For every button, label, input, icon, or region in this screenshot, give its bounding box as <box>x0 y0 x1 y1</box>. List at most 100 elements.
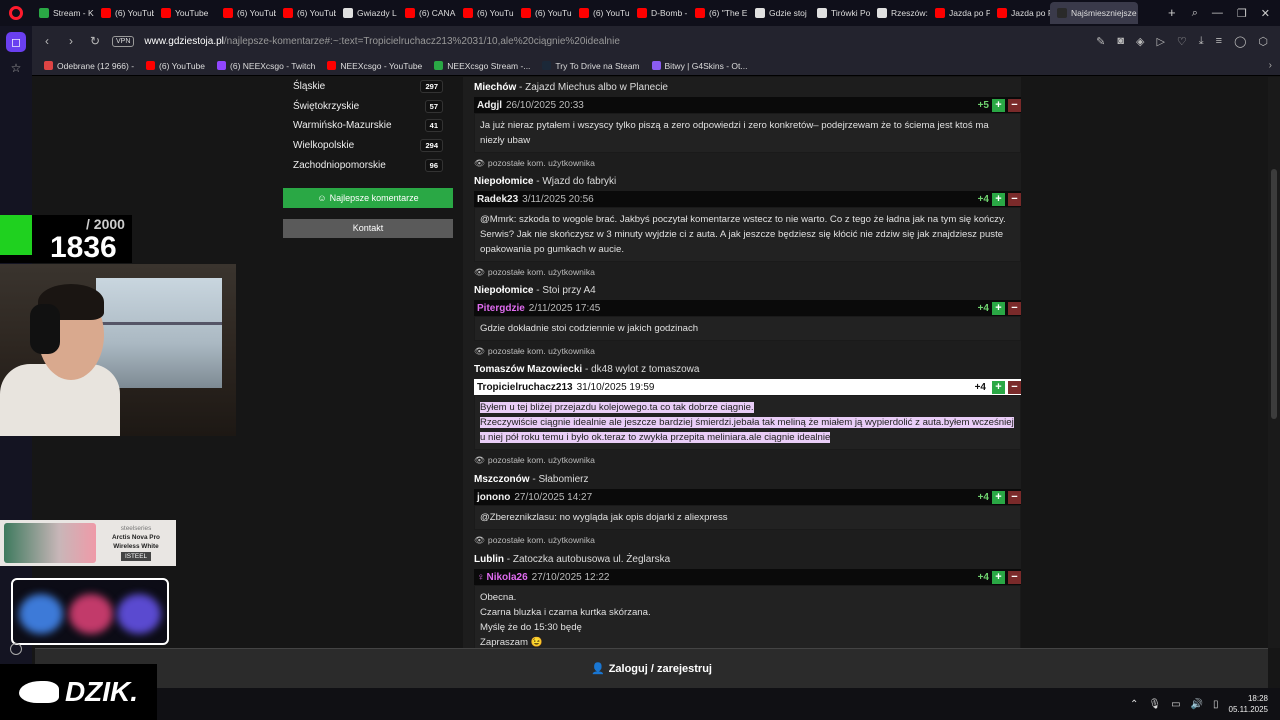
upvote-button[interactable]: + <box>992 98 1005 112</box>
close-icon[interactable]: ✕ <box>1261 7 1270 20</box>
edit-icon[interactable]: ✎ <box>1096 35 1105 48</box>
browser-tab[interactable]: (6) "The E <box>688 2 748 24</box>
comment-location[interactable]: Niepołomice - Wjazd do fabryki <box>474 175 1021 191</box>
browser-tab[interactable]: (6) YouTub <box>514 2 572 24</box>
profile-icon[interactable]: ◯ <box>1234 35 1246 48</box>
browser-tab[interactable]: D-Bomb - <box>630 2 688 24</box>
browser-tab[interactable]: (6) YouTub <box>572 2 630 24</box>
comment-username[interactable]: jonono <box>477 492 510 503</box>
region-link[interactable]: Warmińsko-Mazurskie 41 <box>283 116 453 136</box>
downvote-button[interactable]: − <box>1008 570 1021 584</box>
forward-icon[interactable]: › <box>64 34 78 48</box>
menu-icon[interactable]: ≡ <box>1216 35 1222 48</box>
cube-icon[interactable]: ⬡ <box>1258 35 1268 48</box>
region-link[interactable]: Wielkopolskie 294 <box>283 136 453 156</box>
opera-logo-icon[interactable] <box>0 0 32 26</box>
region-link[interactable]: Świętokrzyskie 57 <box>283 97 453 117</box>
browser-tab[interactable]: (6) YouTub <box>276 2 336 24</box>
downvote-button[interactable]: − <box>1008 98 1021 112</box>
chevron-up-icon[interactable]: ⌃ <box>1130 699 1138 710</box>
upvote-button[interactable]: + <box>992 301 1005 315</box>
region-link[interactable]: Śląskie 297 <box>283 77 453 97</box>
downvote-button[interactable]: − <box>1008 301 1021 315</box>
comment-header: Pitergdzie 2/11/2025 17:45 +4 + − <box>474 300 1021 316</box>
bookmark-item[interactable]: (6) YouTube <box>146 61 205 71</box>
microphone-icon[interactable]: 🎙 <box>1148 699 1161 710</box>
play-icon[interactable]: ▷ <box>1156 35 1164 48</box>
new-tab-button[interactable]: + <box>1162 3 1182 23</box>
browser-tab[interactable]: Najśmieszniejsze <box>1050 2 1138 24</box>
heart-icon[interactable]: ♡ <box>1177 35 1187 48</box>
region-link[interactable]: Zachodniopomorskie 96 <box>283 155 453 175</box>
workspace-icon[interactable]: ◻ <box>6 32 26 52</box>
upvote-button[interactable]: + <box>992 570 1005 584</box>
downvote-button[interactable]: − <box>1008 490 1021 504</box>
comment-city: Mszczonów <box>474 474 530 485</box>
contact-button[interactable]: Kontakt <box>283 218 453 238</box>
comment-location[interactable]: Niepołomice - Stoi przy A4 <box>474 284 1021 300</box>
comment-username[interactable]: Adgjl <box>477 100 502 111</box>
browser-tab[interactable]: (6) YouTub <box>216 2 276 24</box>
login-bar[interactable]: 👤 Zaloguj / zarejestruj <box>35 648 1268 688</box>
comment-location[interactable]: Lublin - Zatoczka autobusowa ul. Żeglars… <box>474 553 1021 569</box>
reload-icon[interactable]: ↻ <box>88 34 102 48</box>
upvote-button[interactable]: + <box>992 380 1005 394</box>
browser-tab[interactable]: (6) CANAL <box>398 2 456 24</box>
browser-tab[interactable]: (6) YouTub <box>456 2 514 24</box>
browser-tab[interactable]: Jazda po P <box>928 2 990 24</box>
scrollbar-thumb[interactable] <box>1271 169 1277 419</box>
upvote-button[interactable]: + <box>992 490 1005 504</box>
bookmark-item[interactable]: NEEXcsgo - YouTube <box>327 61 422 71</box>
downvote-button[interactable]: − <box>1008 192 1021 206</box>
battery-icon[interactable]: ▯ <box>1213 699 1219 710</box>
camera-icon[interactable]: ◙ <box>1117 35 1124 48</box>
browser-tab[interactable]: Gdzie stoj <box>748 2 810 24</box>
upvote-button[interactable]: + <box>992 192 1005 206</box>
browser-tab[interactable]: (6) YouTub <box>94 2 154 24</box>
more-comments-link[interactable]: 👁 pozostałe kom. użytkownika <box>474 532 1021 548</box>
more-comments-link[interactable]: 👁 pozostałe kom. użytkownika <box>474 452 1021 468</box>
tab-label: (6) YouTub <box>237 8 276 18</box>
downvote-button[interactable]: − <box>1008 380 1021 394</box>
browser-tab[interactable]: Rzeszów: <box>870 2 928 24</box>
star-icon[interactable]: ☆ <box>6 58 26 78</box>
back-icon[interactable]: ‹ <box>40 34 54 48</box>
comment-line: Zapraszam 😉 <box>480 637 543 648</box>
bookmark-item[interactable]: (6) NEEXcsgo - Twitch <box>217 61 315 71</box>
download-icon[interactable]: ⤓ <box>1199 35 1204 48</box>
comment-username[interactable]: Nikola26 <box>487 572 528 583</box>
comment-location[interactable]: Tomaszów Mazowiecki - dk48 wylot z tomas… <box>474 363 1021 379</box>
bookmark-item[interactable]: NEEXcsgo Stream -... <box>434 61 530 71</box>
comment-location[interactable]: Miechów - Zajazd Miechus albo w Planecie <box>474 81 1021 97</box>
taskbar-clock[interactable]: 18:28 05.11.2025 <box>1229 693 1268 715</box>
search-icon[interactable]: ⌕ <box>1192 7 1198 20</box>
more-comments-link[interactable]: 👁 pozostałe kom. użytkownika <box>474 264 1021 280</box>
maximize-icon[interactable]: ❐ <box>1237 7 1247 20</box>
comment-username[interactable]: Pitergdzie <box>477 303 525 314</box>
shield-icon[interactable]: ◈ <box>1136 35 1144 48</box>
more-comments-link[interactable]: 👁 pozostałe kom. użytkownika <box>474 343 1021 359</box>
best-comments-button[interactable]: ☺ Najlepsze komentarze <box>283 187 453 208</box>
comment-location[interactable]: Mszczonów - Słabomierz <box>474 473 1021 489</box>
browser-tab[interactable]: Jazda po P <box>990 2 1050 24</box>
more-comments-link[interactable]: 👁 pozostałe kom. użytkownika <box>474 155 1021 171</box>
browser-tab[interactable]: Tirówki Po <box>810 2 870 24</box>
bookmark-item[interactable]: Try To Drive na Steam <box>542 61 640 71</box>
comment-username[interactable]: Radek23 <box>477 194 518 205</box>
bookmark-item[interactable]: Bitwy | G4Skins - Ot... <box>651 61 748 71</box>
bookmark-item[interactable]: Odebrane (12 966) - <box>44 61 134 71</box>
url-field[interactable]: www.gdziestoja.pl/najlepsze-komentarze#:… <box>144 36 1086 47</box>
page-scrollbar[interactable] <box>1268 77 1280 648</box>
comment-username[interactable]: Tropicielruchacz213 <box>477 382 573 393</box>
browser-tab[interactable]: YouTube <box>154 2 216 24</box>
network-icon[interactable]: ▭ <box>1171 699 1180 710</box>
tab-favicon-icon <box>39 8 49 18</box>
browser-tab[interactable]: Stream - K <box>32 2 94 24</box>
minimize-icon[interactable]: — <box>1212 7 1223 20</box>
comment-card: Niepołomice - Wjazd do fabryki Radek23 3/1… <box>474 175 1021 280</box>
bookmarks-more-icon[interactable]: › <box>1269 60 1272 71</box>
more-comments-label: pozostałe kom. użytkownika <box>487 535 595 545</box>
volume-icon[interactable]: 🔊 <box>1191 699 1203 710</box>
browser-tab[interactable]: Gwiazdy L <box>336 2 398 24</box>
vpn-badge[interactable]: VPN <box>112 35 135 47</box>
